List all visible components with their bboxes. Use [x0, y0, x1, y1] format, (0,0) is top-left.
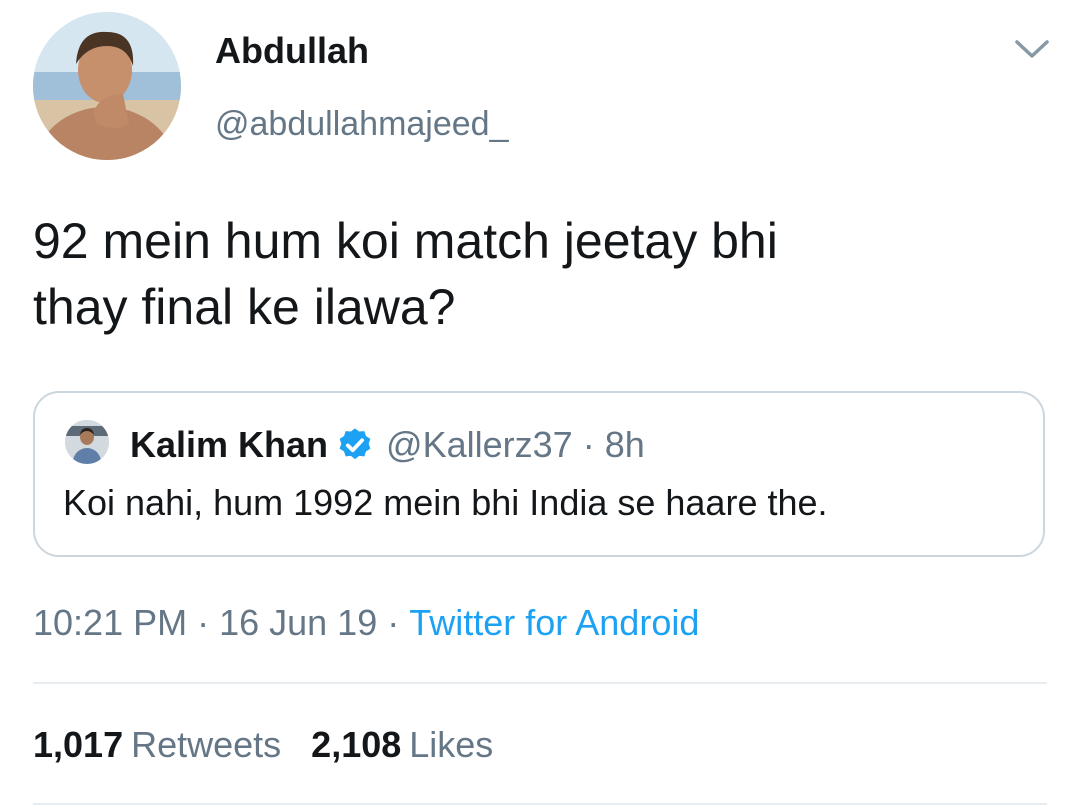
separator-dot: · — [197, 602, 210, 643]
chevron-down-icon[interactable] — [1014, 38, 1050, 60]
likes-count: 2,108 — [311, 724, 402, 765]
quoted-author-handle: @Kallerz37 — [386, 424, 573, 465]
quoted-tweet-card[interactable]: Kalim Khan @Kallerz37 · 8h Koi nahi, hum… — [33, 391, 1045, 557]
tweet-text-line: thay final ke ilawa? — [33, 279, 456, 335]
likes-stat[interactable]: 2,108 Likes — [311, 724, 493, 765]
tweet-date[interactable]: 16 Jun 19 — [219, 602, 377, 643]
tweet-text: 92 mein hum koi match jeetay bhi thay fi… — [33, 208, 1043, 340]
divider — [33, 682, 1047, 684]
quoted-tweet-header: Kalim Khan @Kallerz37 · 8h — [130, 423, 645, 467]
separator-dot: · — [387, 602, 400, 643]
divider — [33, 803, 1047, 805]
retweets-count: 1,017 — [33, 724, 124, 765]
quoted-author-avatar-image — [65, 420, 109, 464]
author-avatar-image — [33, 12, 181, 160]
quoted-author-name: Kalim Khan — [130, 424, 329, 465]
quoted-author-avatar — [65, 420, 109, 464]
quoted-tweet-text: Koi nahi, hum 1992 mein bhi India se haa… — [63, 482, 828, 523]
retweets-stat[interactable]: 1,017 Retweets — [33, 724, 281, 765]
likes-label: Likes — [409, 724, 494, 765]
author-name[interactable]: Abdullah — [215, 30, 369, 72]
quoted-tweet-time: 8h — [604, 424, 645, 465]
author-avatar[interactable] — [33, 12, 181, 160]
author-handle[interactable]: @abdullahmajeed_ — [215, 105, 509, 144]
retweets-label: Retweets — [131, 724, 282, 765]
separator-dot: · — [582, 424, 595, 465]
tweet-text-line: 92 mein hum koi match jeetay bhi — [33, 213, 778, 269]
tweet-stats: 1,017 Retweets 2,108 Likes — [33, 720, 493, 770]
tweet-time[interactable]: 10:21 PM — [33, 602, 187, 643]
tweet-meta: 10:21 PM · 16 Jun 19 · Twitter for Android — [33, 598, 699, 648]
verified-badge-icon — [339, 428, 371, 460]
tweet-source-link[interactable]: Twitter for Android — [409, 602, 699, 643]
